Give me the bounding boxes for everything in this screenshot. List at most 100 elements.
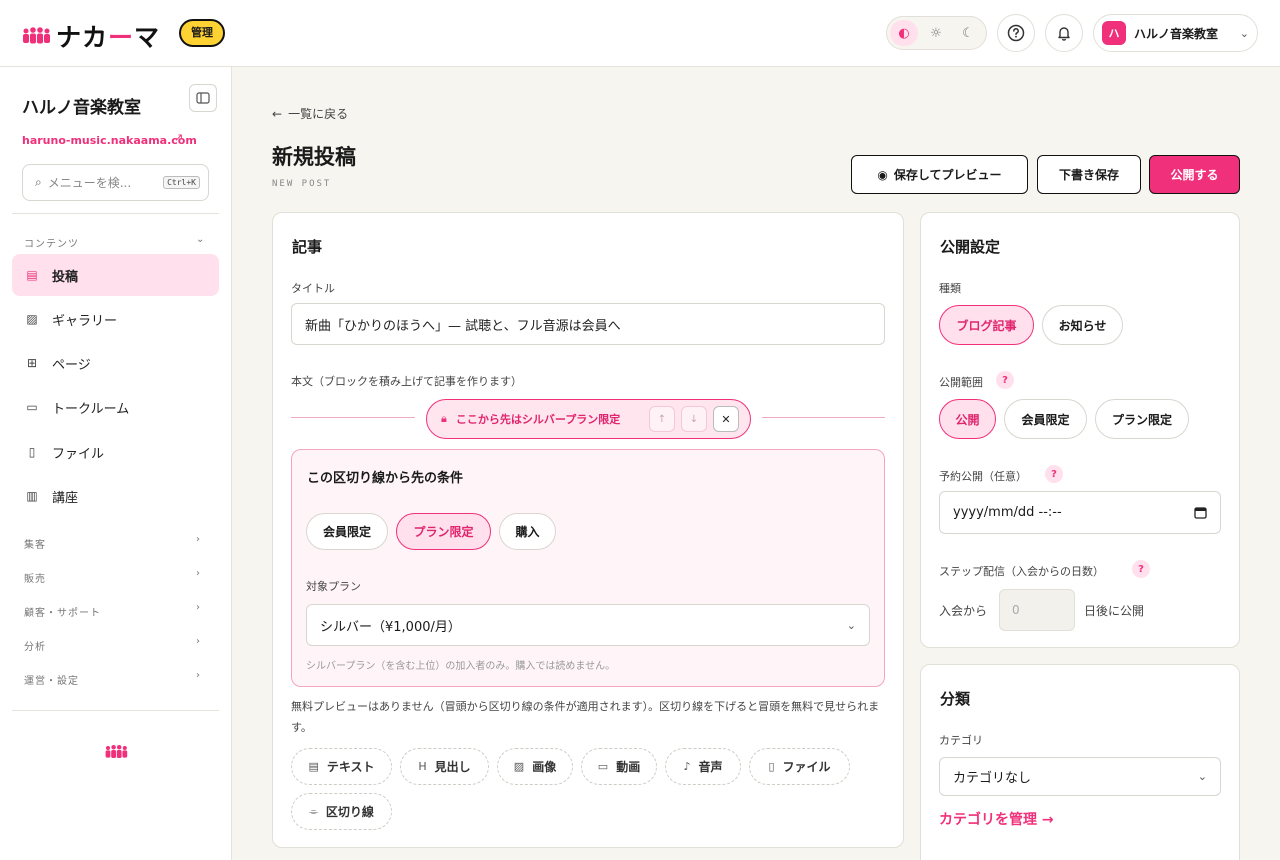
move-up-button[interactable]: ↑ xyxy=(649,406,675,432)
chevron-right-icon[interactable]: › xyxy=(196,602,200,613)
external-link-icon[interactable]: ↗ xyxy=(174,131,183,144)
search-icon: ⌕ xyxy=(35,175,42,189)
save-draft-button[interactable]: 下書き保存 xyxy=(1037,155,1141,194)
category-select[interactable]: カテゴリなし ⌄ xyxy=(939,757,1221,796)
sidebar-item-files[interactable]: ▯ ファイル xyxy=(12,431,219,473)
type-label: 種類 xyxy=(939,282,961,295)
page-title: 新規投稿 xyxy=(272,145,356,169)
sidebar-toggle-icon xyxy=(196,92,210,104)
heading-icon: H xyxy=(418,760,427,773)
block-label: 画像 xyxy=(532,760,557,774)
plan-select[interactable]: シルバー（¥1,000/月） ⌄ xyxy=(306,604,870,646)
article-heading: 記事 xyxy=(292,238,323,256)
publish-button[interactable]: 公開する xyxy=(1149,155,1240,194)
section-sales[interactable]: 販売 xyxy=(24,570,46,585)
sidebar: ハルノ音楽教室 haruno-music.nakaama.com ↗ ⌕ メニュ… xyxy=(0,67,232,860)
logo[interactable]: ナカーマ xyxy=(22,18,160,54)
move-down-button[interactable]: ↓ xyxy=(681,406,707,432)
section-settings[interactable]: 運営・設定 xyxy=(24,672,79,687)
scope-plan-chip[interactable]: プラン限定 xyxy=(1095,399,1189,439)
chevron-right-icon[interactable]: › xyxy=(196,636,200,647)
light-theme-icon[interactable]: ☼ xyxy=(922,20,950,46)
microphone-icon: ♪ xyxy=(683,760,691,773)
condition-heading: この区切り線から先の条件 xyxy=(307,471,464,486)
avatar: ハ xyxy=(1102,21,1126,45)
schedule-datetime-input[interactable]: yyyy/mm/dd --:-- xyxy=(939,491,1221,534)
sidebar-collapse-button[interactable] xyxy=(189,84,217,112)
auto-theme-icon[interactable]: ◐ xyxy=(890,20,918,46)
sidebar-item-label: ファイル xyxy=(52,446,105,462)
add-image-block-button[interactable]: ▨ 画像 xyxy=(497,748,573,785)
menu-search-input[interactable]: ⌕ メニューを検... Ctrl+K xyxy=(22,164,209,201)
save-preview-button[interactable]: ◉ 保存してプレビュー xyxy=(851,155,1028,194)
scope-label: 公開範囲 xyxy=(939,376,983,389)
help-question-icon[interactable]: ? xyxy=(1132,560,1150,578)
sidebar-item-label: ギャラリー xyxy=(52,313,118,329)
people-logo-icon xyxy=(105,744,128,758)
theme-toggle: ◐ ☼ ☾ xyxy=(886,16,987,50)
sidebar-item-talkroom[interactable]: ▭ トークルーム xyxy=(12,386,219,428)
type-blog-chip[interactable]: ブログ記事 xyxy=(939,305,1034,345)
divider-line-right xyxy=(762,417,885,418)
dark-theme-icon[interactable]: ☾ xyxy=(954,20,982,46)
add-text-block-button[interactable]: ▤ テキスト xyxy=(291,748,392,785)
arrow-down-icon: ↓ xyxy=(689,413,699,425)
site-url-link[interactable]: haruno-music.nakaama.com xyxy=(22,134,197,147)
category-select-value: カテゴリなし xyxy=(953,771,1032,786)
button-label: 保存してプレビュー xyxy=(893,168,1002,182)
sidebar-item-courses[interactable]: ▥ 講座 xyxy=(12,475,219,517)
publish-heading: 公開設定 xyxy=(940,238,1001,256)
manage-categories-link[interactable]: カテゴリを管理 → xyxy=(939,809,1054,829)
add-file-block-button[interactable]: ▯ ファイル xyxy=(749,748,850,785)
sidebar-item-gallery[interactable]: ▨ ギャラリー xyxy=(12,298,219,340)
sidebar-item-pages[interactable]: ⊞ ページ xyxy=(12,342,219,384)
section-contents-label[interactable]: コンテンツ xyxy=(24,235,79,250)
paywall-divider-label: ここから先はシルバープラン限定 xyxy=(455,413,621,426)
help-question-icon[interactable]: ? xyxy=(996,371,1014,389)
remove-divider-button[interactable]: ✕ xyxy=(713,406,739,432)
top-bar: ナカーマ 管理 ◐ ☼ ☾ ハ ハルノ音楽教室 ⌄ xyxy=(0,0,1280,67)
sidebar-item-posts[interactable]: ▤ 投稿 xyxy=(12,254,219,296)
chevron-down-icon[interactable]: ⌄ xyxy=(196,234,204,245)
add-audio-block-button[interactable]: ♪ 音声 xyxy=(665,748,741,785)
divider-icon: ⌯ xyxy=(309,804,318,818)
sidebar-item-label: 投稿 xyxy=(52,269,79,285)
search-placeholder: メニューを検... xyxy=(47,176,132,190)
section-analytics[interactable]: 分析 xyxy=(24,638,46,653)
help-question-icon[interactable]: ? xyxy=(1045,465,1063,483)
add-divider-block-button[interactable]: ⌯ 区切り線 xyxy=(291,793,392,830)
chevron-right-icon[interactable]: › xyxy=(196,670,200,681)
admin-badge: 管理 xyxy=(179,19,225,47)
schedule-value: yyyy/mm/dd --:-- xyxy=(953,505,1062,520)
text-icon: ▤ xyxy=(308,760,319,773)
chevron-right-icon[interactable]: › xyxy=(196,534,200,545)
section-marketing[interactable]: 集客 xyxy=(24,536,46,551)
condition-plan-chip[interactable]: プラン限定 xyxy=(396,513,491,550)
image-icon: ▨ xyxy=(26,312,38,326)
condition-purchase-chip[interactable]: 購入 xyxy=(499,513,556,550)
paywall-divider[interactable]: 🔒︎ ここから先はシルバープラン限定 ↑ ↓ ✕ xyxy=(426,399,751,439)
bell-icon xyxy=(1058,27,1070,41)
add-video-block-button[interactable]: ▭ 動画 xyxy=(581,748,657,785)
scope-members-chip[interactable]: 会員限定 xyxy=(1004,399,1087,439)
condition-members-chip[interactable]: 会員限定 xyxy=(306,513,388,550)
title-input[interactable]: 新曲「ひかりのほうへ」— 試聴と、フル音源は会員へ xyxy=(291,303,885,345)
divider xyxy=(12,710,219,711)
block-label: 動画 xyxy=(616,760,641,774)
back-link[interactable]: ← 一覧に戻る xyxy=(272,105,348,122)
logo-text: ナカ xyxy=(56,23,109,52)
section-customers[interactable]: 顧客・サポート xyxy=(24,604,101,619)
step-label: ステップ配信（入会からの日数） xyxy=(939,565,1104,578)
chevron-down-icon: ⌄ xyxy=(1239,26,1249,40)
account-menu-button[interactable]: ハ ハルノ音楽教室 ⌄ xyxy=(1093,14,1258,52)
chevron-right-icon[interactable]: › xyxy=(196,568,200,579)
file-icon: ▯ xyxy=(768,760,775,773)
category-heading: 分類 xyxy=(940,690,971,708)
scope-public-chip[interactable]: 公開 xyxy=(939,399,996,439)
step-days-input[interactable]: 0 xyxy=(999,589,1075,631)
type-news-chip[interactable]: お知らせ xyxy=(1042,305,1123,345)
close-icon: ✕ xyxy=(721,412,731,426)
add-heading-block-button[interactable]: H 見出し xyxy=(400,748,489,785)
help-button[interactable] xyxy=(997,14,1035,52)
notifications-button[interactable] xyxy=(1045,14,1083,52)
